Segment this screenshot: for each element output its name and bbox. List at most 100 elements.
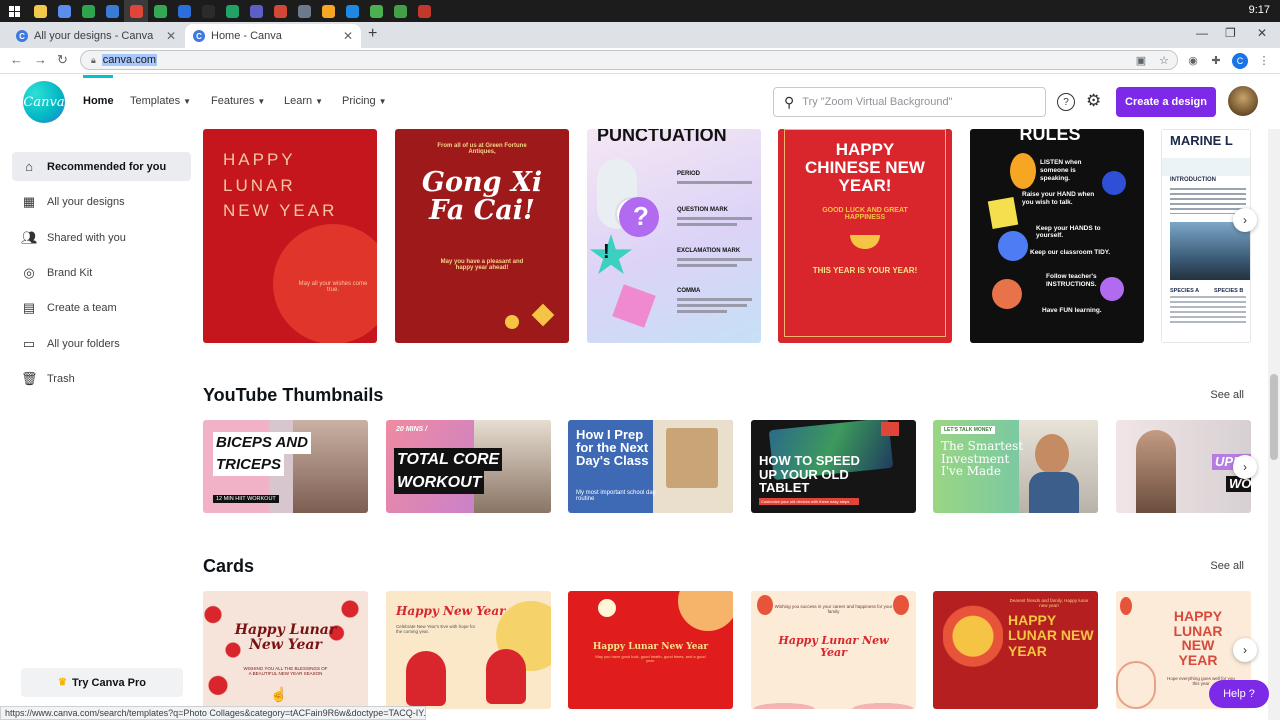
card-template-lunar-red[interactable]: Happy Lunar New Year May you have good l… [568,591,733,709]
taskbar-app-icon[interactable] [340,0,364,22]
taskbar-app-icon[interactable] [100,0,124,22]
chevron-down-icon: ▼ [378,97,387,106]
gear-icon[interactable]: ⚙ [1086,91,1101,111]
window-close-icon[interactable]: ✕ [1257,26,1267,40]
taskbar-app-icon[interactable] [196,0,220,22]
template-card-chinese-new-year[interactable]: HAPPY CHINESE NEW YEAR! GOOD LUCK AND GR… [778,129,952,343]
template-card-classroom-rules[interactable]: RULES LISTEN when someone is speaking. R… [970,129,1144,343]
taskbar-app-icon[interactable] [364,0,388,22]
reload-icon[interactable]: ↻ [57,52,68,68]
try-canva-pro-button[interactable]: ♛ Try Canva Pro [21,668,183,697]
sidebar-item-create-team[interactable]: ▤ Create a team [12,293,191,322]
avatar[interactable] [1228,86,1258,116]
nav-learn[interactable]: Learn ▼ [284,95,323,107]
new-tab-icon[interactable]: + [368,25,377,43]
browser-toolbar: ← → ↻ 🔒︎ canva.com ▣ ☆ ◉ ✚ C ⋮ [0,48,1280,74]
bookmark-star-icon[interactable]: ☆ [1157,53,1171,67]
nav-home[interactable]: Home [83,95,114,107]
thumb-line: TABLET [759,480,810,496]
taskbar-app-icon[interactable] [316,0,340,22]
extensions-puzzle-icon[interactable]: ✚ [1209,53,1223,67]
search-input[interactable]: ⚲ Try "Zoom Virtual Background" [773,87,1046,117]
nav-learn-label: Learn [284,95,313,107]
browser-tab-home[interactable]: C Home - Canva ✕ [185,24,361,48]
taskbar-app-icon[interactable] [172,0,196,22]
carousel-next-icon[interactable]: › [1233,208,1257,232]
taskbar-app-icon[interactable] [52,0,76,22]
thumbnail-card-upper-workout[interactable]: UPPER WORK [1116,420,1251,513]
sidebar-item-folders[interactable]: ▭ All your folders [12,329,191,358]
extension-icon[interactable]: ◉ [1186,53,1200,67]
chevron-down-icon: ▼ [257,97,266,106]
nav-templates[interactable]: Templates ▼ [130,95,191,107]
sidebar-item-label: All your folders [47,337,120,350]
thumbnail-card-class-prep[interactable]: How I Prep for the Next Day's Class My m… [568,420,733,513]
thumbnail-card-core-workout[interactable]: 20 MINS / TOTAL CORE WORKOUT [386,420,551,513]
taskbar-app-icon[interactable] [412,0,436,22]
carousel-next-icon[interactable]: › [1233,638,1257,662]
try-pro-label: Try Canva Pro [71,676,146,689]
scrollbar-thumb[interactable] [1270,374,1278,460]
canva-logo[interactable]: Canva [23,81,65,123]
page-scrollbar[interactable] [1268,129,1280,720]
template-card-gong-xi-fa-cai[interactable]: From all of us at Green Fortune Antiques… [395,129,569,343]
see-all-cards-link[interactable]: See all [1210,560,1244,572]
section-title-youtube: YouTube Thumbnails [203,385,384,405]
install-app-icon[interactable]: ▣ [1134,53,1148,67]
card-template-lion-dance[interactable]: Dearest friends and family, Happy lunar … [933,591,1098,709]
thumbnail-card-biceps[interactable]: BICEPS AND TRICEPS 12 MIN HIIT WORKOUT [203,420,368,513]
help-button[interactable]: Help ? [1209,680,1269,708]
create-design-button[interactable]: Create a design [1116,87,1216,117]
thumb-title: The Smartest Investment I've Made [941,440,1023,478]
see-all-youtube-link[interactable]: See all [1210,389,1244,401]
taskbar-app-icon[interactable] [244,0,268,22]
person-photo [1136,430,1176,513]
nav-pricing[interactable]: Pricing ▼ [342,95,387,107]
text-line [677,298,752,301]
lock-icon[interactable]: 🔒︎ [91,55,96,66]
help-icon[interactable]: ? [1057,93,1075,111]
nav-features[interactable]: Features ▼ [211,95,265,107]
card-title: HAPPY LUNAR NEW YEAR [1008,612,1094,659]
template-card-marine-life[interactable]: MARINE L INTRODUCTION SPECIES A SPECIES … [1161,129,1251,343]
character-sticker [992,279,1022,309]
template-card-punctuation[interactable]: PUNCTUATION ? ! PERIOD QUESTION MARK EXC… [587,129,761,343]
browser-menu-icon[interactable]: ⋮ [1257,53,1271,67]
sidebar-item-label: All your designs [47,195,125,208]
thumbnail-card-investment[interactable]: LET'S TALK MONEY The Smartest Investment… [933,420,1098,513]
minimize-icon[interactable]: — [1196,26,1208,40]
taskbar-app-icon[interactable] [28,0,52,22]
hand-sticker [987,196,1019,230]
rule-item: Keep our classroom TIDY. [1030,249,1111,256]
back-icon[interactable]: ← [10,52,23,67]
sidebar-item-brand-kit[interactable]: ◎ Brand Kit [12,258,191,287]
taskbar-app-icon[interactable] [76,0,100,22]
taskbar-app-icon[interactable] [268,0,292,22]
thumb-sub: Customize your old devices with these ea… [759,498,859,505]
sidebar-item-all-designs[interactable]: ▦ All your designs [12,187,191,216]
taskbar-app-icon[interactable] [124,0,148,22]
windows-start-icon[interactable] [0,0,28,22]
card-template-lunar-lanterns[interactable]: Wishing you success in your career and h… [751,591,916,709]
thumbnail-card-speed-tablet[interactable]: HOW TO SPEED UP YOUR OLD TABLET Customiz… [751,420,916,513]
taskbar-app-icon[interactable] [388,0,412,22]
sidebar-item-recommended[interactable]: ⌂ Recommended for you [12,152,191,181]
maximize-icon[interactable]: ❐ [1225,26,1236,40]
forward-icon[interactable]: → [34,52,47,67]
canva-header: Canva Home Templates ▼ Features ▼ Learn ▼ P… [0,75,1280,129]
sidebar-item-label: Shared with you [47,231,126,244]
browser-profile-avatar[interactable]: C [1232,53,1248,69]
address-bar[interactable]: 🔒︎ canva.com [80,50,1178,70]
taskbar-app-icon[interactable] [148,0,172,22]
sidebar-item-shared[interactable]: 👥︎ Shared with you [12,223,191,252]
taskbar-app-icon[interactable] [220,0,244,22]
tab-close-icon[interactable]: ✕ [166,29,176,43]
template-card-lunar-new-year[interactable]: HAPPY LUNAR NEW YEAR May all your wishes… [203,129,377,343]
punct-item: EXCLAMATION MARK [677,248,741,254]
carousel-next-icon[interactable]: › [1233,455,1257,479]
card-template-new-year-ox[interactable]: Happy New Year Celebrate New Year's Eve … [386,591,551,709]
tab-close-icon[interactable]: ✕ [343,29,353,43]
taskbar-app-icon[interactable] [292,0,316,22]
browser-tab-all-designs[interactable]: C All your designs - Canva ✕ [8,24,184,48]
sidebar-item-trash[interactable]: 🗑︎ Trash [12,364,191,393]
